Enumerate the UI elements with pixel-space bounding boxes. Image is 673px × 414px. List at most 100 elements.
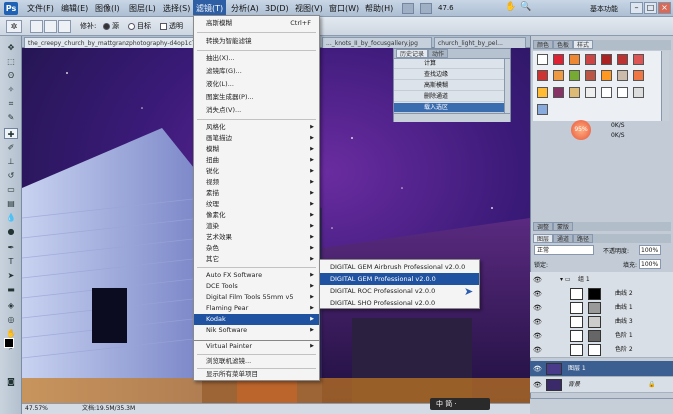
eye-icon[interactable]: 👁: [533, 332, 542, 340]
style-swatch[interactable]: [585, 87, 596, 98]
eye-icon[interactable]: 👁: [533, 346, 542, 354]
crop-tool-icon[interactable]: ⌗: [4, 98, 18, 109]
eye-icon[interactable]: 👁: [533, 365, 542, 373]
history-row[interactable]: 查找边缘: [394, 70, 504, 80]
new-selection-icon[interactable]: [30, 20, 43, 33]
opacity-input[interactable]: 100%: [639, 245, 661, 255]
style-swatch[interactable]: [601, 87, 612, 98]
menu-item-video[interactable]: 视频 ▶: [194, 177, 319, 188]
tab-color[interactable]: 颜色: [533, 40, 554, 49]
style-swatch[interactable]: [537, 104, 548, 115]
add-selection-icon[interactable]: [44, 20, 57, 33]
menu-item-stylize[interactable]: 风格化 ▶: [194, 122, 319, 133]
style-swatch[interactable]: [617, 70, 628, 81]
source-radio[interactable]: 源: [103, 20, 119, 33]
menu-item-noise[interactable]: 杂色 ▶: [194, 243, 319, 254]
doc-tab-2[interactable]: ..._knots_II_by_focusgallery.jpg: [322, 37, 432, 48]
history-brush-tool-icon[interactable]: ↺: [4, 170, 18, 181]
style-swatch[interactable]: [537, 87, 548, 98]
shape-tool-icon[interactable]: ▬: [4, 284, 18, 295]
blur-tool-icon[interactable]: 💧: [4, 212, 18, 223]
layer-row-selected[interactable]: 👁 图层 1: [530, 361, 673, 377]
style-swatch[interactable]: [569, 87, 580, 98]
menu-help[interactable]: 帮助(H): [362, 0, 396, 17]
styles-scrollbar[interactable]: [661, 51, 669, 121]
style-swatch[interactable]: [569, 70, 580, 81]
ime-indicator[interactable]: 中 简 ·: [430, 398, 490, 410]
menu-item-kodak[interactable]: Kodak ▶: [194, 314, 319, 325]
menu-item-extract[interactable]: 抽出(X)...: [194, 53, 319, 64]
clone-stamp-tool-icon[interactable]: ⊥: [4, 156, 18, 167]
style-swatch[interactable]: [617, 54, 628, 65]
tab-paths[interactable]: 路径: [573, 234, 594, 243]
tab-history[interactable]: 历史记录: [396, 49, 429, 58]
dodge-tool-icon[interactable]: ●: [4, 226, 18, 237]
3d-rotate-tool-icon[interactable]: ◈: [4, 300, 18, 311]
tool-preset-icon[interactable]: ✲: [6, 20, 22, 33]
minimize-button[interactable]: –: [630, 2, 643, 14]
menu-item-show-all[interactable]: 显示所有菜单项目: [194, 369, 319, 380]
layer-row[interactable]: 👁 色阶 2: [530, 342, 673, 358]
menu-file[interactable]: 文件(F): [24, 0, 57, 17]
menu-item-liquify[interactable]: 液化(L)...: [194, 79, 319, 90]
close-button[interactable]: ×: [658, 2, 671, 14]
path-select-tool-icon[interactable]: ➤: [4, 270, 18, 281]
menu-image[interactable]: 图像(I): [92, 0, 123, 17]
style-swatch[interactable]: [585, 70, 596, 81]
style-swatch[interactable]: [569, 54, 580, 65]
workspace-switcher[interactable]: 基本功能: [590, 4, 618, 14]
menu-item-vanishing-point[interactable]: 消失点(V)...: [194, 105, 319, 116]
menu-item-filter-gallery[interactable]: 滤镜库(G)...: [194, 66, 319, 77]
history-row[interactable]: 计算: [394, 59, 504, 69]
move-tool-icon[interactable]: ✥: [4, 42, 18, 53]
eye-icon[interactable]: 👁: [533, 304, 542, 312]
tab-actions[interactable]: 动作: [428, 49, 449, 58]
menu-item-virtual-painter[interactable]: Virtual Painter ▶: [194, 341, 319, 352]
doc-tab-active[interactable]: the_creepy_church_by_mattgranzphotograph…: [24, 37, 194, 48]
menu-item-blur[interactable]: 模糊 ▶: [194, 144, 319, 155]
menu-item-pixelate[interactable]: 像素化 ▶: [194, 210, 319, 221]
menu-window[interactable]: 窗口(W): [326, 0, 362, 17]
status-zoom[interactable]: 47.57%: [25, 404, 48, 414]
submenu-item-roc-pro[interactable]: DIGITAL ROC Professional v2.0.0: [320, 285, 479, 297]
subtract-selection-icon[interactable]: [58, 20, 71, 33]
menu-item-flaming-pear[interactable]: Flaming Pear ▶: [194, 303, 319, 314]
style-swatch[interactable]: [553, 87, 564, 98]
style-swatch[interactable]: [633, 87, 644, 98]
menu-item-brush-strokes[interactable]: 画笔描边 ▶: [194, 133, 319, 144]
menu-select[interactable]: 选择(S): [160, 0, 193, 17]
zoom-tool-icon[interactable]: 🔍: [520, 2, 531, 12]
tab-swatches[interactable]: 色板: [553, 40, 574, 49]
style-swatch[interactable]: [537, 54, 548, 65]
tab-adjustments[interactable]: 调整: [533, 222, 554, 231]
minibridge-icon[interactable]: [420, 3, 432, 14]
gradient-tool-icon[interactable]: ▤: [4, 198, 18, 209]
style-swatch[interactable]: [633, 54, 644, 65]
pen-tool-icon[interactable]: ✒: [4, 242, 18, 253]
submenu-item-gem-airbrush[interactable]: DIGITAL GEM Airbrush Professional v2.0.0: [320, 261, 479, 273]
3d-orbit-tool-icon[interactable]: ◎: [4, 314, 18, 325]
target-radio[interactable]: 目标: [128, 20, 151, 33]
menu-item-digital-film-tools[interactable]: Digital Film Tools 55mm v5 ▶: [194, 292, 319, 303]
tab-styles[interactable]: 样式: [573, 40, 594, 49]
menu-item-dce-tools[interactable]: DCE Tools ▶: [194, 281, 319, 292]
patch-tool-icon[interactable]: ✚: [4, 128, 18, 139]
menu-item-autofx[interactable]: Auto FX Software ▶: [194, 270, 319, 281]
blend-mode-select[interactable]: 正常: [534, 245, 594, 255]
quick-mask-icon[interactable]: ◙: [4, 376, 18, 387]
menu-item-smart-filter[interactable]: 转换为智能滤镜: [194, 36, 319, 47]
style-swatch[interactable]: [553, 54, 564, 65]
menu-item-pattern-maker[interactable]: 图案生成器(P)...: [194, 92, 319, 103]
bridge-icon[interactable]: [402, 3, 414, 14]
zoom-level[interactable]: 47.6: [438, 4, 454, 12]
menu-item-other[interactable]: 其它 ▶: [194, 254, 319, 265]
menu-item-browse-online[interactable]: 浏览联机滤镜...: [194, 356, 319, 367]
eraser-tool-icon[interactable]: ▭: [4, 184, 18, 195]
foreground-color-swatch[interactable]: [4, 338, 14, 348]
eyedropper-tool-icon[interactable]: ✎: [4, 112, 18, 123]
doc-tab-3[interactable]: church_light_by_pel...: [434, 37, 526, 48]
menu-item-last-filter[interactable]: 高斯模糊 Ctrl+F: [194, 18, 319, 29]
history-scrollbar[interactable]: [504, 59, 510, 113]
style-swatch[interactable]: [585, 54, 596, 65]
history-row[interactable]: 删除通道: [394, 92, 504, 102]
